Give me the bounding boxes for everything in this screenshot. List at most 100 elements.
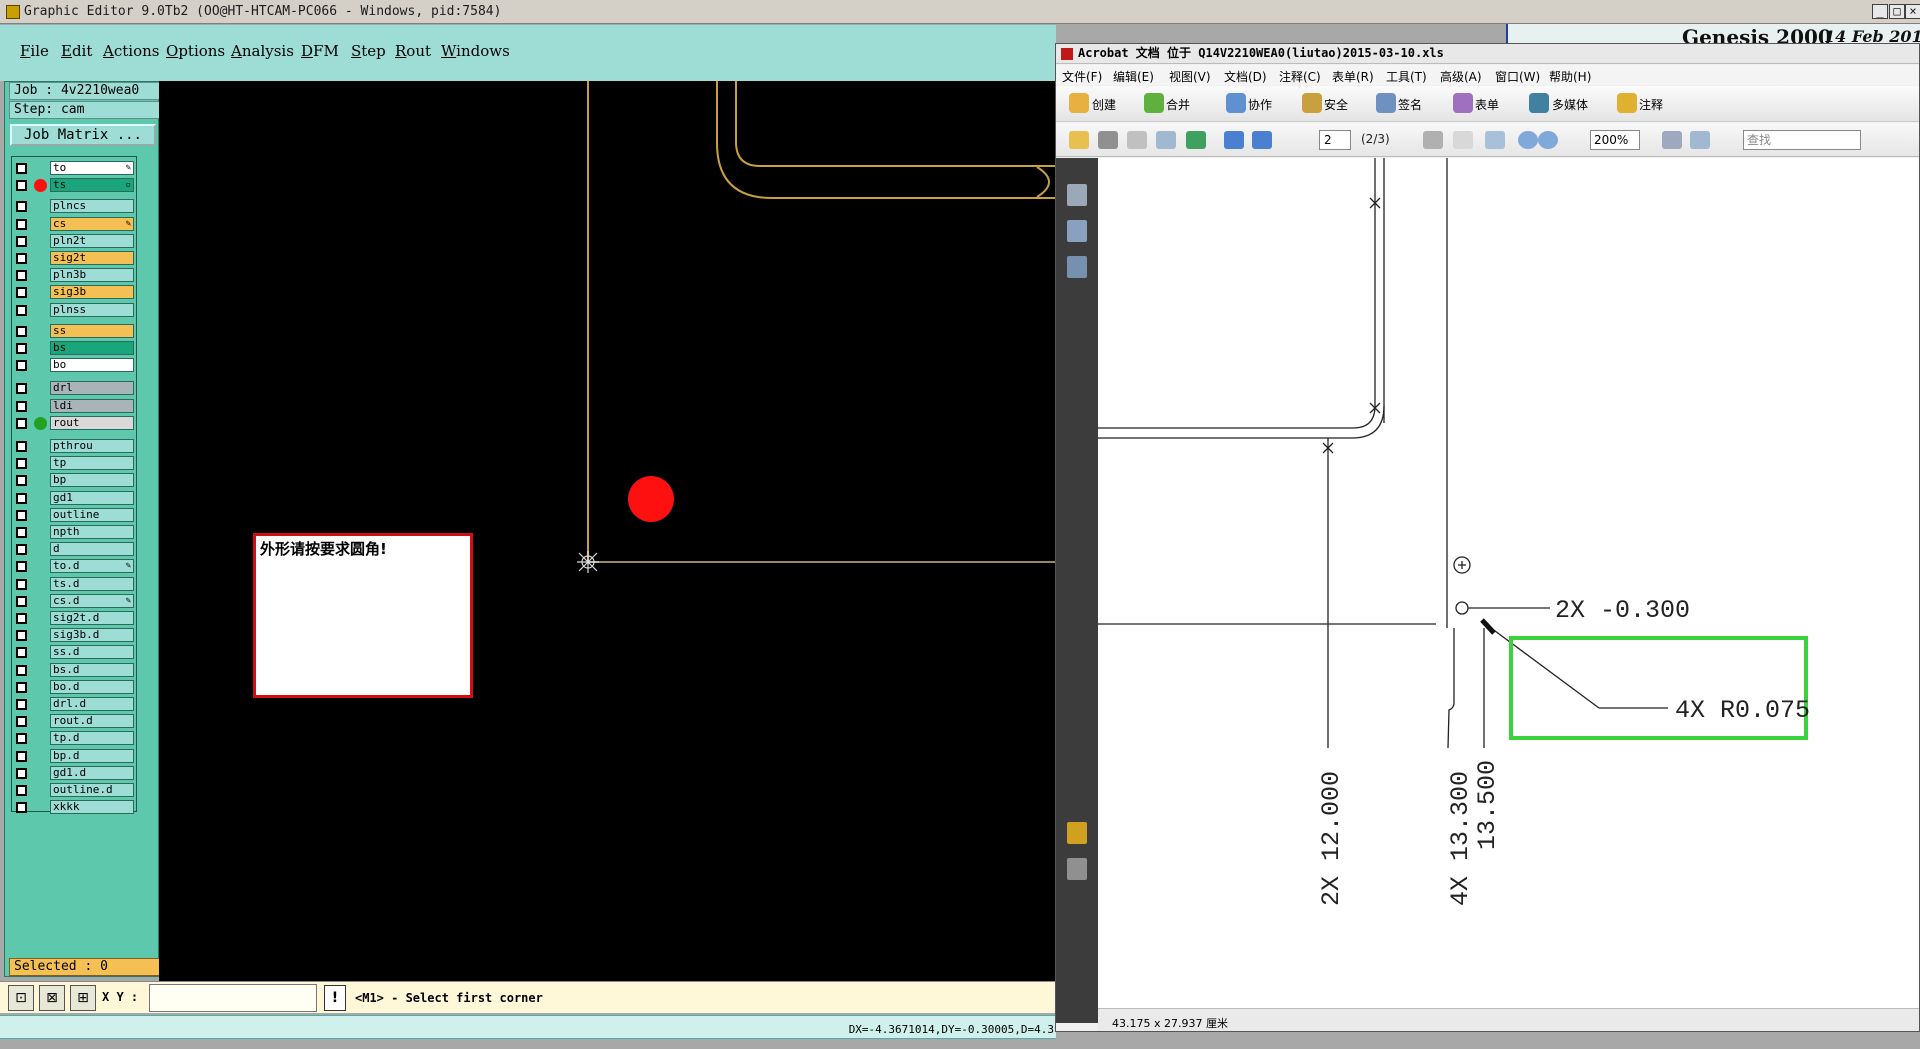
acr-menu-edit[interactable]: 编辑(E) <box>1113 68 1154 85</box>
menu-file[interactable]: File <box>20 42 49 60</box>
layer-checkbox[interactable] <box>16 509 27 521</box>
layer-name[interactable]: tp.d <box>50 731 134 746</box>
layer-name[interactable]: ss.d <box>50 645 134 660</box>
layer-row-ss-d[interactable]: ss.d <box>12 645 138 660</box>
layer-name[interactable]: npth <box>50 525 134 539</box>
menu-windows[interactable]: Windows <box>441 42 510 60</box>
acr-menu-tools[interactable]: 工具(T) <box>1386 68 1427 85</box>
layer-row-plnss[interactable]: plnss <box>12 302 138 318</box>
layer-name[interactable]: pln3b <box>50 268 134 283</box>
layer-name[interactable]: sig3b.d <box>50 628 134 643</box>
layer-checkbox[interactable] <box>16 664 27 676</box>
layer-row-d[interactable]: d <box>12 542 138 557</box>
layer-checkbox[interactable] <box>16 699 27 710</box>
layer-name[interactable]: tp <box>50 456 134 471</box>
menu-dfm[interactable]: DFM <box>301 42 339 60</box>
bookmarks-panel-icon[interactable] <box>1067 220 1087 242</box>
layer-checkbox[interactable] <box>16 733 27 745</box>
multimedia-button[interactable]: 多媒体 <box>1552 96 1588 113</box>
layer-name[interactable]: d <box>50 542 134 557</box>
layer-checkbox[interactable] <box>16 343 27 354</box>
open-folder-icon[interactable] <box>1069 131 1089 149</box>
layer-row-outline-d[interactable]: outline.d <box>12 783 138 798</box>
layer-checkbox[interactable] <box>16 802 27 814</box>
maximize-button[interactable]: □ <box>1889 4 1905 19</box>
signatures-panel-icon[interactable] <box>1067 256 1087 278</box>
layer-name[interactable]: xkkk <box>50 800 134 815</box>
full-screen-icon[interactable] <box>1690 131 1710 149</box>
layer-name[interactable]: gd1 <box>50 490 134 505</box>
job-matrix-button[interactable]: Job Matrix ... <box>10 124 156 146</box>
layer-checkbox[interactable] <box>16 561 27 573</box>
layer-name[interactable]: bp.d <box>50 748 134 763</box>
layer-row-drl-d[interactable]: drl.d <box>12 697 138 712</box>
menu-analysis[interactable]: Analysis <box>231 42 294 60</box>
zoom-in-icon[interactable] <box>1538 131 1558 149</box>
create-button[interactable]: 创建 <box>1092 96 1116 113</box>
layer-name[interactable]: outline.d <box>50 783 134 797</box>
layer-name[interactable]: rout <box>50 415 134 430</box>
layer-name[interactable]: plnss <box>50 302 134 317</box>
layer-row-sig2t[interactable]: sig2t <box>12 251 138 266</box>
xy-input[interactable] <box>149 984 317 1012</box>
layer-name[interactable]: drl <box>50 381 134 396</box>
layer-row-pln3b[interactable]: pln3b <box>12 268 138 283</box>
layer-row-rout[interactable]: rout <box>12 415 138 431</box>
collaborate-button[interactable]: 协作 <box>1248 96 1272 113</box>
acr-menu-advanced[interactable]: 高级(A) <box>1440 68 1482 85</box>
layer-name[interactable]: bs <box>50 341 134 355</box>
layer-row-npth[interactable]: npth <box>12 525 138 540</box>
pages-panel-icon[interactable] <box>1067 184 1087 206</box>
comment-button[interactable]: 注释 <box>1639 96 1663 113</box>
layer-row-bs-d[interactable]: bs.d <box>12 662 138 678</box>
layer-checkbox[interactable] <box>16 163 27 174</box>
layer-checkbox[interactable] <box>16 750 27 762</box>
layer-row-drl[interactable]: drl <box>12 381 138 396</box>
layer-row-ts[interactable]: ts ▫ <box>12 178 138 193</box>
layer-checkbox[interactable] <box>16 235 27 247</box>
menu-step[interactable]: Step <box>351 42 386 60</box>
warning-button[interactable]: ! <box>324 985 346 1011</box>
layer-checkbox[interactable] <box>16 400 27 412</box>
layer-row-tp-d[interactable]: tp.d <box>12 731 138 746</box>
layer-row-cs-d[interactable]: cs.d ✎ <box>12 593 138 609</box>
layer-checkbox[interactable] <box>16 716 27 728</box>
layer-checkbox[interactable] <box>16 287 27 299</box>
layer-row-ldi[interactable]: ldi <box>12 398 138 414</box>
zoom-out-icon[interactable] <box>1518 131 1538 149</box>
layer-name[interactable]: bo <box>50 358 134 373</box>
layer-row-rout-d[interactable]: rout.d <box>12 714 138 729</box>
layer-row-tp[interactable]: tp <box>12 456 138 471</box>
zoom-tool-acr-icon[interactable] <box>1485 131 1505 149</box>
layer-name[interactable]: plncs <box>50 199 134 214</box>
layer-row-bo[interactable]: bo <box>12 358 138 373</box>
layer-checkbox[interactable] <box>16 270 27 282</box>
acr-menu-help[interactable]: 帮助(H) <box>1549 68 1591 85</box>
acr-menu-window[interactable]: 窗口(W) <box>1495 68 1540 85</box>
close-button[interactable]: × <box>1905 4 1920 19</box>
select-text-icon[interactable] <box>1423 131 1443 149</box>
layer-row-gd1-d[interactable]: gd1.d <box>12 765 138 781</box>
forms-button[interactable]: 表单 <box>1475 96 1499 113</box>
layer-name[interactable]: bs.d <box>50 662 134 677</box>
acr-menu-document[interactable]: 文档(D) <box>1224 68 1267 85</box>
pdf-document-view[interactable]: 2X -0.300 4X R0.075 2X 12.000 4X 13.300 … <box>1098 158 1919 1008</box>
layer-name[interactable]: to ✎ <box>50 161 134 175</box>
layer-row-to-d[interactable]: to.d ✎ <box>12 559 138 574</box>
layer-checkbox[interactable] <box>16 767 27 779</box>
minimize-button[interactable]: _ <box>1872 4 1888 19</box>
layer-row-pln2t[interactable]: pln2t <box>12 233 138 249</box>
layer-row-pthrou[interactable]: pthrou <box>12 439 138 454</box>
layer-row-plncs[interactable]: plncs <box>12 199 138 214</box>
acr-menu-comments[interactable]: 注释(C) <box>1279 68 1321 85</box>
layer-checkbox[interactable] <box>16 647 27 659</box>
menu-actions[interactable]: Actions <box>103 42 159 60</box>
layer-row-bp-d[interactable]: bp.d <box>12 748 138 764</box>
sign-button[interactable]: 签名 <box>1398 96 1422 113</box>
layer-row-ss[interactable]: ss <box>12 323 138 339</box>
layer-checkbox[interactable] <box>16 578 27 590</box>
layer-name[interactable]: ss <box>50 323 134 338</box>
layer-checkbox[interactable] <box>16 253 27 264</box>
layer-name[interactable]: sig2t.d <box>50 611 134 625</box>
print-icon[interactable] <box>1098 131 1118 149</box>
